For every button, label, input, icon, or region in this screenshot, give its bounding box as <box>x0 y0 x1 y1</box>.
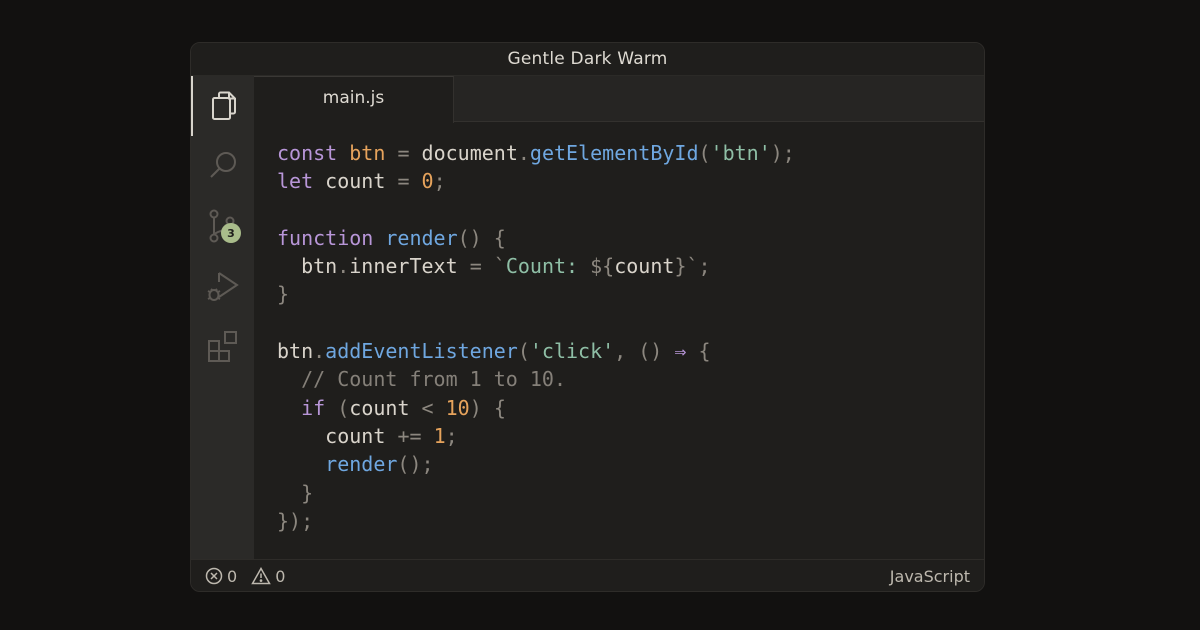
code-line: } <box>301 480 314 505</box>
activity-item-explorer[interactable] <box>191 76 254 136</box>
code-line: } <box>277 282 290 307</box>
window-title: Gentle Dark Warm <box>191 43 984 76</box>
code-line: }); <box>277 508 314 533</box>
code-line: btn.innerText = `Count: ${count}`; <box>301 254 711 279</box>
status-bar: 0 0 JavaScript <box>191 559 984 591</box>
code-line: count += 1; <box>325 423 458 448</box>
code-line: if (count < 10) { <box>301 395 506 420</box>
warning-count: 0 <box>275 566 286 586</box>
tab-main-js[interactable]: main.js <box>254 76 454 123</box>
tab-bar: main.js <box>254 76 984 123</box>
editor-window: Gentle Dark Warm 3 main.js const btn = d… <box>190 42 985 592</box>
search-icon <box>207 150 239 182</box>
activity-item-run-debug[interactable] <box>191 256 254 316</box>
activity-item-search[interactable] <box>191 136 254 196</box>
error-icon <box>205 567 223 585</box>
code-line: const btn = document.getElementById('btn… <box>277 141 795 165</box>
language-mode[interactable]: JavaScript <box>890 560 970 591</box>
editor-area: main.js const btn = document.getElementB… <box>254 76 984 561</box>
problems-indicator[interactable]: 0 0 <box>205 560 286 591</box>
activity-bar: 3 <box>191 76 254 561</box>
source-control-badge: 3 <box>221 223 241 243</box>
error-count: 0 <box>227 566 238 586</box>
code-line: // Count from 1 to 10. <box>301 367 566 392</box>
activity-item-extensions[interactable] <box>191 316 254 376</box>
code-editor[interactable]: const btn = document.getElementById('btn… <box>277 139 795 535</box>
run-debug-icon <box>206 269 240 303</box>
files-icon <box>209 90 239 122</box>
code-line: let count = 0; <box>277 169 446 194</box>
extensions-icon <box>206 329 240 363</box>
warning-icon <box>251 567 271 585</box>
code-line: btn.addEventListener('click', () ⇒ { <box>277 339 711 364</box>
activity-item-source-control[interactable]: 3 <box>191 196 254 256</box>
code-line: function render() { <box>277 225 506 250</box>
code-line: render(); <box>325 452 434 477</box>
